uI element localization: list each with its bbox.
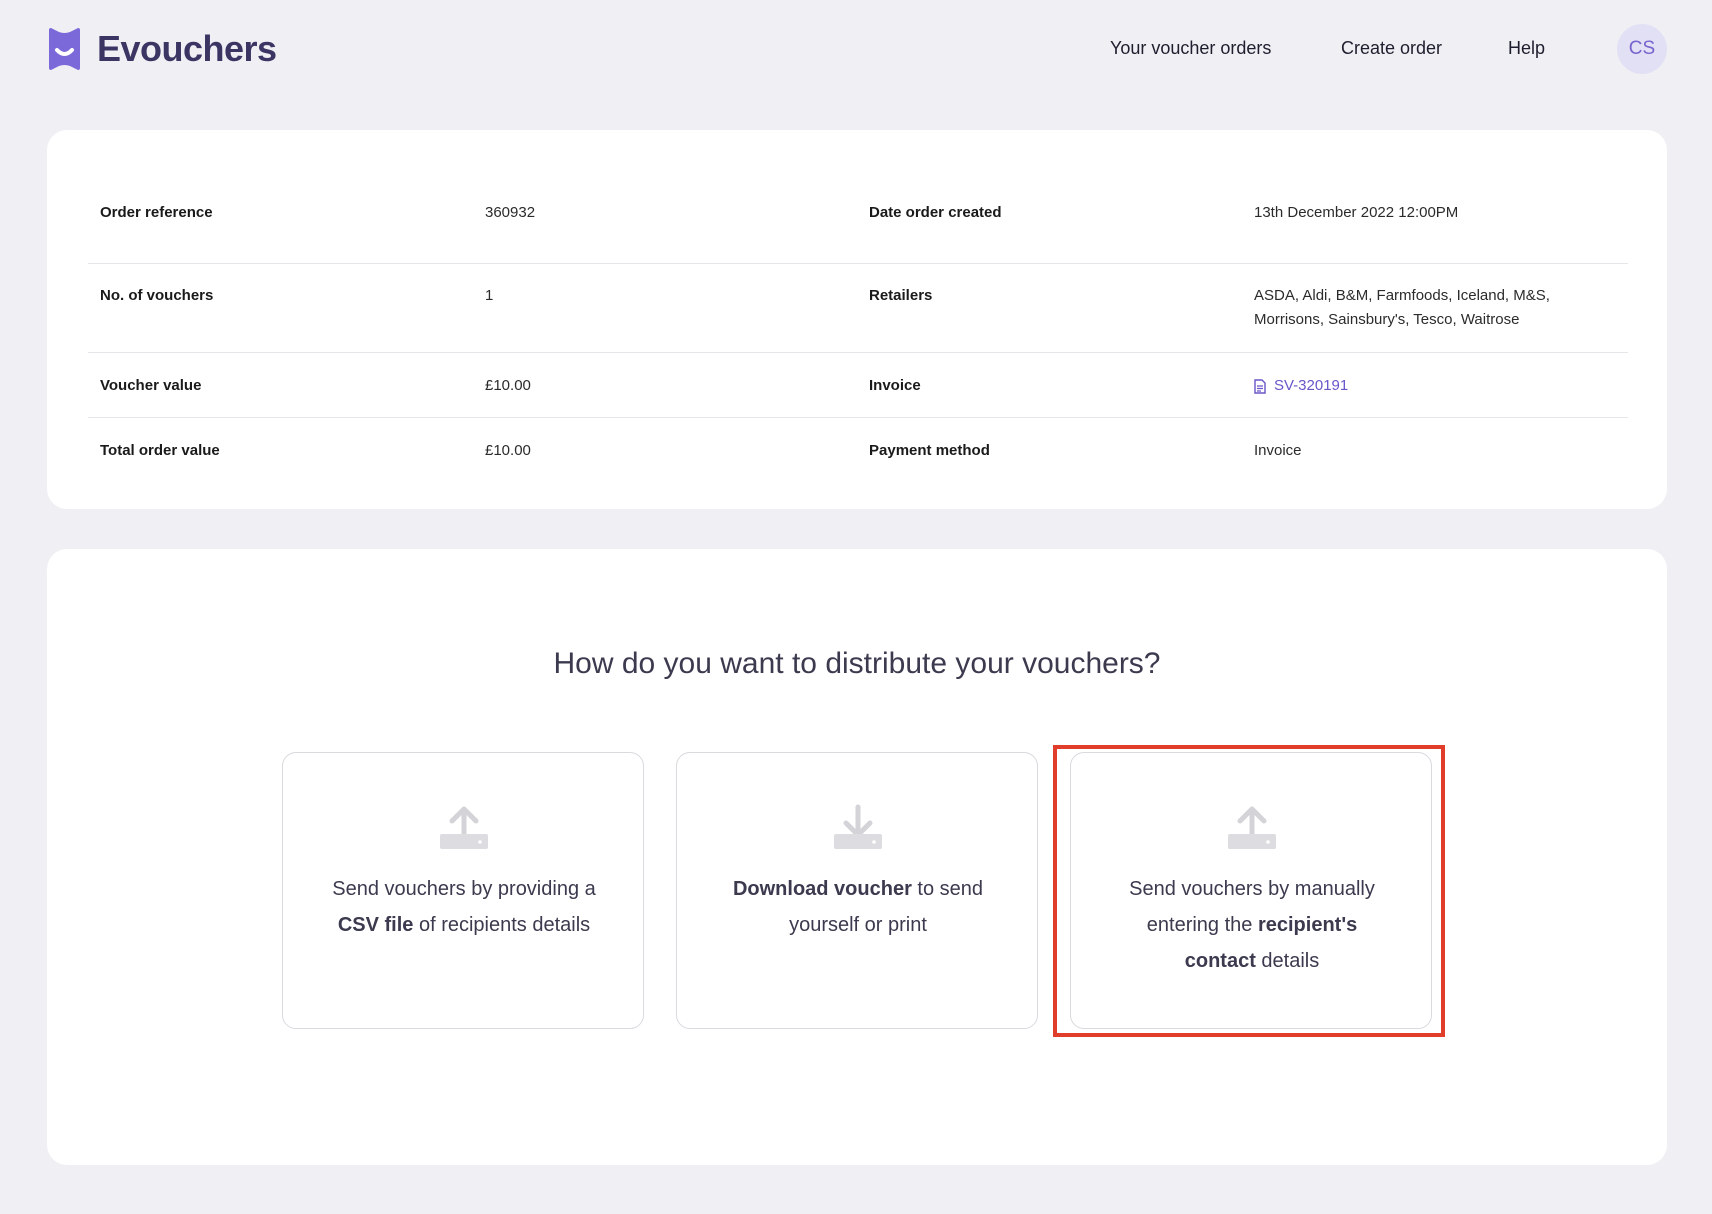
user-avatar[interactable]: CS (1617, 24, 1667, 74)
invoice-cell: SV-320191 (1254, 374, 1614, 402)
payment-method-label: Payment method (869, 442, 990, 459)
option-description: Download voucher to send yourself or pri… (732, 878, 984, 936)
date-created-value: 13th December 2022 12:00PM (1254, 204, 1459, 221)
vouchers-count-label: No. of vouchers (100, 287, 214, 304)
order-reference-value: 360932 (485, 204, 536, 221)
option-description: Send vouchers by providing a CSV file of… (332, 878, 596, 936)
retailers-label: Retailers (869, 287, 933, 304)
payment-method-value: Invoice (1254, 442, 1302, 459)
order-row: Voucher value £10.00 Invoice SV-320191 (88, 353, 1628, 418)
main-nav: Your voucher orders Create order Help (0, 38, 1712, 64)
retailers-value: ASDA, Aldi, B&M, Farmfoods, Iceland, M&S… (1254, 287, 1550, 328)
order-reference-label: Order reference (100, 204, 213, 221)
invoice-link[interactable]: SV-320191 (1254, 374, 1348, 398)
nav-create-order[interactable]: Create order (1341, 38, 1442, 59)
date-created-label: Date order created (869, 204, 1002, 221)
distribution-title: How do you want to distribute your vouch… (553, 647, 1161, 680)
order-details-card: Order reference 360932 Date order create… (47, 130, 1667, 509)
invoice-label: Invoice (869, 377, 921, 394)
manual-entry-option[interactable]: Send vouchers by manually entering the r… (1070, 752, 1432, 1029)
option-description: Send vouchers by manually entering the r… (1129, 878, 1375, 972)
invoice-number: SV-320191 (1274, 377, 1349, 394)
total-order-label: Total order value (100, 442, 220, 459)
csv-upload-option[interactable]: Send vouchers by providing a CSV file of… (282, 752, 644, 1029)
nav-help[interactable]: Help (1508, 38, 1545, 59)
total-order-value: £10.00 (485, 442, 531, 459)
document-icon (1254, 378, 1266, 394)
top-header: Evouchers Your voucher orders Create ord… (0, 0, 1712, 100)
voucher-value-label: Voucher value (100, 377, 202, 394)
upload-icon (440, 806, 488, 849)
vouchers-count-value: 1 (485, 287, 494, 304)
download-voucher-option[interactable]: Download voucher to send yourself or pri… (676, 752, 1038, 1029)
upload-icon (1228, 806, 1276, 849)
order-row: Total order value £10.00 Payment method … (88, 418, 1628, 483)
distribution-card: How do you want to distribute your vouch… (47, 549, 1667, 1165)
order-row: No. of vouchers 1 Retailers ASDA, Aldi, … (88, 264, 1628, 353)
nav-your-voucher-orders[interactable]: Your voucher orders (1110, 38, 1271, 59)
order-row: Order reference 360932 Date order create… (88, 180, 1628, 264)
voucher-value-value: £10.00 (485, 377, 531, 394)
download-icon (834, 804, 882, 849)
